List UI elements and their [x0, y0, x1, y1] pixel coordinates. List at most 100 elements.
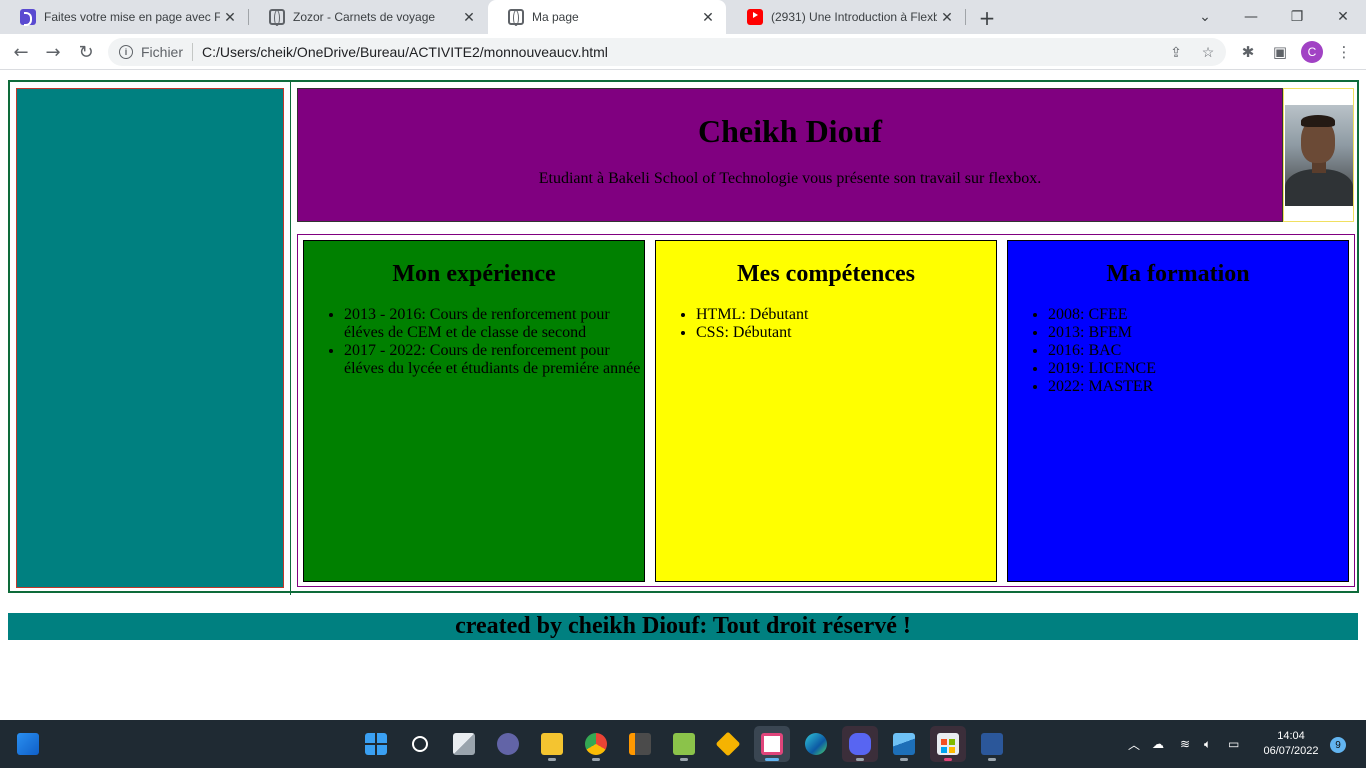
skills-title: Mes compétences [737, 261, 915, 287]
edge-icon [805, 733, 827, 755]
chevron-up-icon: ︿ [1128, 737, 1141, 752]
onedrive-tray-button[interactable]: ☁ [1152, 720, 1164, 768]
search-button[interactable] [402, 726, 438, 762]
profile-avatar[interactable]: C [1301, 41, 1323, 63]
tab-search-chevron-icon[interactable]: ⌄ [1182, 0, 1228, 34]
edge-button[interactable] [798, 726, 834, 762]
photos-icon [893, 733, 915, 755]
app-hex-button[interactable] [710, 726, 746, 762]
word-button[interactable] [974, 726, 1010, 762]
widgets-icon [17, 733, 39, 755]
forward-button[interactable]: → [39, 38, 67, 66]
experience-section: Mon expérience 2013 - 2016: Cours de ren… [303, 240, 645, 582]
cloud-icon: ☁ [1152, 737, 1164, 751]
chrome-button[interactable] [578, 726, 614, 762]
notification-badge[interactable]: 9 [1330, 737, 1346, 753]
start-button[interactable] [358, 726, 394, 762]
sidebar-panel [16, 88, 284, 588]
tab-title: Ma page [532, 10, 579, 24]
tab-youtube-flexbox[interactable]: (2931) Une Introduction à Flexbo ✕ [727, 0, 965, 34]
notepad-button[interactable] [666, 726, 702, 762]
address-divider [192, 43, 194, 61]
speaker-icon: 🔈︎ [1204, 736, 1212, 751]
browser-toolbar: ← → ↻ i Fichier C:/Users/cheik/OneDrive/… [0, 34, 1366, 70]
address-bar[interactable]: i Fichier C:/Users/cheik/OneDrive/Bureau… [108, 38, 1226, 66]
restore-button[interactable]: ❐ [1274, 0, 1320, 34]
skills-list: HTML: Débutant CSS: Débutant [656, 306, 996, 342]
battery-tray-button[interactable]: ▭ [1228, 720, 1239, 768]
education-title: Ma formation [1106, 261, 1250, 287]
share-icon[interactable]: ⇪ [1162, 38, 1190, 66]
address-url[interactable]: C:/Users/cheik/OneDrive/Bureau/ACTIVITE2… [202, 44, 608, 60]
tab-title: (2931) Une Introduction à Flexbo [771, 10, 937, 24]
reload-button[interactable]: ↻ [72, 38, 100, 66]
close-icon[interactable]: ✕ [698, 7, 718, 27]
minimize-button[interactable]: — [1228, 0, 1274, 34]
education-section: Ma formation 2008: CFEE 2013: BFEM 2016:… [1007, 240, 1349, 582]
document-icon [20, 9, 36, 26]
teams-icon [497, 733, 519, 755]
tab-ma-page[interactable]: Ma page ✕ [488, 0, 726, 34]
list-item: 2016: BAC [1048, 342, 1348, 360]
list-item: 2017 - 2022: Cours de renforcement pour … [344, 342, 644, 378]
close-icon[interactable]: ✕ [459, 7, 479, 27]
discord-button[interactable] [842, 726, 878, 762]
tab-title: Zozor - Carnets de voyage [293, 10, 436, 24]
discord-icon [849, 733, 871, 755]
cv-subtitle: Etudiant à Bakeli School of Technologie … [538, 170, 1042, 187]
new-tab-button[interactable]: + [976, 6, 998, 30]
windows-taskbar: ︿ ☁ ≋ 🔈︎ ▭ 14:04 06/07/2022 [0, 720, 1366, 768]
chrome-icon [585, 733, 607, 755]
hexagon-app-icon [715, 731, 741, 757]
tab-title: Faites votre mise en page avec Fl [44, 10, 220, 24]
store-icon [937, 733, 959, 755]
tab-flexbox-course[interactable]: Faites votre mise en page avec Fl ✕ [0, 0, 248, 34]
clock-date: 06/07/2022 [1263, 745, 1319, 757]
folder-icon [541, 733, 563, 755]
bookmark-star-icon[interactable]: ☆ [1194, 38, 1222, 66]
snipping-tool-icon [761, 733, 783, 755]
page-footer: created by cheikh Diouf: Tout droit rése… [8, 613, 1358, 640]
experience-title: Mon expérience [392, 261, 556, 287]
photos-button[interactable] [886, 726, 922, 762]
wifi-tray-button[interactable]: ≋ [1180, 720, 1190, 768]
menu-dots-icon[interactable]: ⋮ [1330, 38, 1358, 66]
wifi-icon: ≋ [1180, 737, 1191, 751]
side-panel-icon[interactable]: ▣ [1266, 38, 1294, 66]
tab-strip: Faites votre mise en page avec Fl ✕ Zozo… [0, 0, 1366, 34]
list-item: 2019: LICENCE [1048, 360, 1348, 378]
info-icon[interactable]: i [119, 45, 133, 59]
volume-tray-button[interactable]: 🔈︎ [1204, 720, 1211, 768]
page-viewport: Cheikh Diouf Etudiant à Bakeli School of… [0, 71, 1366, 720]
close-window-button[interactable]: ✕ [1320, 0, 1366, 34]
education-list: 2008: CFEE 2013: BFEM 2016: BAC 2019: LI… [1008, 306, 1348, 396]
sublime-text-icon [629, 733, 651, 755]
experience-list: 2013 - 2016: Cours de renforcement pour … [304, 306, 644, 378]
tab-zozor[interactable]: Zozor - Carnets de voyage ✕ [249, 0, 487, 34]
sections-container: Mon expérience 2013 - 2016: Cours de ren… [297, 234, 1355, 587]
close-icon[interactable]: ✕ [220, 7, 240, 27]
battery-icon: ▭ [1228, 737, 1240, 751]
profile-photo-frame [1283, 88, 1354, 222]
main-container: Cheikh Diouf Etudiant à Bakeli School of… [8, 80, 1359, 595]
skills-section: Mes compétences HTML: Débutant CSS: Débu… [655, 240, 997, 582]
taskbar-clock[interactable]: 14:04 06/07/2022 [1258, 729, 1324, 759]
show-hidden-icons-button[interactable]: ︿ [1128, 720, 1140, 768]
microsoft-store-button[interactable] [930, 726, 966, 762]
teams-chat-button[interactable] [490, 726, 526, 762]
extensions-icon[interactable]: ✱ [1234, 38, 1262, 66]
widgets-button[interactable] [10, 726, 46, 762]
task-view-button[interactable] [446, 726, 482, 762]
profile-photo [1285, 105, 1353, 206]
close-icon[interactable]: ✕ [937, 7, 957, 27]
right-column: Cheikh Diouf Etudiant à Bakeli School of… [290, 82, 1359, 595]
list-item: CSS: Débutant [696, 324, 996, 342]
file-explorer-button[interactable] [534, 726, 570, 762]
snipping-tool-button[interactable] [754, 726, 790, 762]
back-button[interactable]: ← [7, 38, 35, 66]
task-view-icon [453, 733, 475, 755]
cv-name: Cheikh Diouf [697, 113, 883, 149]
notepad-icon [673, 733, 695, 755]
sublime-text-button[interactable] [622, 726, 658, 762]
cv-header: Cheikh Diouf Etudiant à Bakeli School of… [297, 88, 1283, 222]
